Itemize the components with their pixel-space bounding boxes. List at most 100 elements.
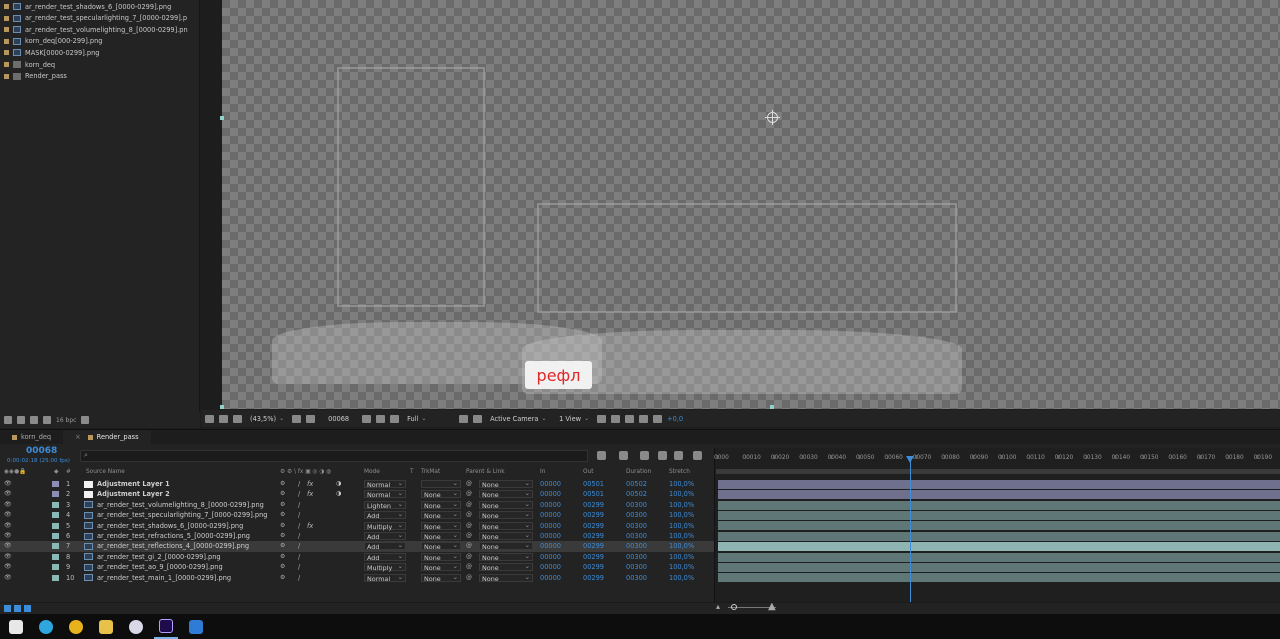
taskbar-button[interactable]: [94, 614, 118, 639]
visibility-eye-icon[interactable]: 👁: [4, 531, 12, 541]
parent-dropdown[interactable]: None: [479, 500, 533, 510]
reset-exposure-icon[interactable]: [653, 414, 663, 423]
layer-row[interactable]: 👁 6 ar_render_test_refractions_5_[0000-029…: [0, 531, 714, 541]
layer-duration[interactable]: 00300: [626, 552, 647, 562]
transparency-grid-icon[interactable]: [473, 414, 483, 423]
fx-switch-icon[interactable]: fx: [307, 521, 313, 531]
blend-mode-dropdown[interactable]: Add: [364, 531, 406, 541]
project-item[interactable]: ar_render_test_volumelighting_8_[0000-02…: [4, 24, 188, 35]
adjustment-switch-icon[interactable]: ◑: [336, 489, 341, 499]
layer-in-point[interactable]: 00000: [540, 500, 561, 510]
taskbar-button[interactable]: [34, 614, 58, 639]
parent-dropdown[interactable]: None: [479, 510, 533, 520]
layer-duration[interactable]: 00300: [626, 510, 647, 520]
taskbar-button[interactable]: [64, 614, 88, 639]
layer-in-point[interactable]: 00000: [540, 531, 561, 541]
timeline-icon[interactable]: [625, 414, 635, 423]
quality-switch-icon[interactable]: /: [298, 541, 300, 551]
trkmat-dropdown[interactable]: None: [421, 521, 461, 531]
channel-icon[interactable]: [390, 414, 400, 423]
project-item[interactable]: MASK[0000-0299].png: [4, 47, 188, 58]
layer-name[interactable]: ar_render_test_reflections_4_[0000-0299]…: [97, 541, 277, 551]
layer-label-color[interactable]: [52, 501, 59, 508]
layer-in-point[interactable]: 00000: [540, 552, 561, 562]
mask-icon[interactable]: [233, 414, 242, 423]
layer-stretch[interactable]: 100,0%: [669, 489, 694, 499]
trkmat-dropdown[interactable]: None: [421, 500, 461, 510]
layer-name[interactable]: Adjustment Layer 1: [97, 479, 277, 489]
layer-stretch[interactable]: 100,0%: [669, 500, 694, 510]
layer-name[interactable]: ar_render_test_main_1_[0000-0299].png: [97, 573, 277, 583]
pick-whip-icon[interactable]: @: [466, 552, 472, 562]
pick-whip-icon[interactable]: @: [466, 479, 472, 489]
layer-row[interactable]: 👁 2 Adjustment Layer 2⚙ / fx ◑ Normal None @ None…: [0, 489, 714, 499]
trkmat-dropdown[interactable]: None: [421, 552, 461, 562]
pick-whip-icon[interactable]: @: [466, 521, 472, 531]
layer-search-input[interactable]: ⌕: [80, 450, 588, 462]
anchor-point-icon[interactable]: [765, 110, 780, 125]
layer-out-point[interactable]: 00299: [583, 552, 604, 562]
layer-name[interactable]: ar_render_test_shadows_6_[0000-0299].png: [97, 521, 277, 531]
layer-in-point[interactable]: 00000: [540, 573, 561, 583]
layer-name[interactable]: ar_render_test_specularlighting_7_[0000-…: [97, 510, 277, 520]
layer-duration-bar[interactable]: [718, 500, 1280, 510]
trash-icon[interactable]: [81, 416, 90, 424]
shy-switch-icon[interactable]: ⚙: [280, 531, 285, 541]
bit-depth-toggle[interactable]: 16 bpc: [56, 417, 76, 424]
visibility-eye-icon[interactable]: 👁: [4, 552, 12, 562]
layer-label-color[interactable]: [52, 533, 59, 539]
shy-switch-icon[interactable]: ⚙: [280, 552, 285, 562]
visibility-eye-icon[interactable]: 👁: [4, 510, 12, 520]
layer-row[interactable]: 👁 4 ar_render_test_specularlighting_7_[000…: [0, 510, 714, 520]
blend-mode-dropdown[interactable]: Normal: [364, 479, 406, 489]
layer-stretch[interactable]: 100,0%: [669, 479, 694, 489]
quality-switch-icon[interactable]: /: [298, 510, 300, 520]
pick-whip-icon[interactable]: @: [466, 500, 472, 510]
transform-handle[interactable]: [220, 116, 224, 120]
monitor-icon[interactable]: [219, 414, 228, 423]
visibility-eye-icon[interactable]: 👁: [4, 500, 12, 510]
layer-out-point[interactable]: 00299: [583, 562, 604, 572]
layer-duration-bar[interactable]: [718, 552, 1280, 562]
quality-switch-icon[interactable]: /: [298, 531, 300, 541]
zoom-slider-thumb[interactable]: [731, 604, 737, 610]
blend-mode-dropdown[interactable]: Add: [364, 541, 406, 551]
visibility-eye-icon[interactable]: 👁: [4, 521, 12, 531]
snapshot-icon[interactable]: [362, 414, 372, 423]
project-settings-icon[interactable]: [30, 416, 38, 424]
pick-whip-icon[interactable]: @: [466, 489, 472, 499]
shy-switch-icon[interactable]: ⚙: [280, 489, 285, 499]
interpret-footage-icon[interactable]: [43, 416, 51, 424]
parent-dropdown[interactable]: None: [479, 573, 533, 583]
project-item[interactable]: ar_render_test_shadows_6_[0000-0299].png: [4, 1, 188, 12]
layer-duration[interactable]: 00502: [626, 489, 647, 499]
project-item[interactable]: korn_deq: [4, 59, 188, 70]
layer-name[interactable]: ar_render_test_volumelighting_8_[0000-02…: [97, 500, 277, 510]
quality-switch-icon[interactable]: /: [298, 489, 300, 499]
layer-row[interactable]: 👁 5 ar_render_test_shadows_6_[0000-0299].p…: [0, 521, 714, 531]
layer-switches-toggle-icon[interactable]: [4, 605, 11, 612]
blend-mode-dropdown[interactable]: Multiply: [364, 562, 406, 572]
layer-label-color[interactable]: [52, 481, 59, 487]
parent-dropdown[interactable]: None: [479, 562, 533, 572]
layer-duration[interactable]: 00300: [626, 573, 647, 583]
in-out-toggle-icon[interactable]: [24, 605, 31, 612]
layer-out-point[interactable]: 00501: [583, 489, 604, 499]
duration-header[interactable]: Duration: [626, 469, 651, 475]
project-item[interactable]: ar_render_test_specularlighting_7_[0000-…: [4, 13, 188, 24]
taskbar-button[interactable]: [124, 614, 148, 639]
mask-visibility-icon[interactable]: [306, 414, 316, 423]
quality-switch-icon[interactable]: /: [298, 552, 300, 562]
draft-3d-icon[interactable]: [619, 451, 628, 460]
current-timecode[interactable]: 00068: [26, 446, 57, 456]
zoom-out-icon[interactable]: ▴: [716, 602, 720, 611]
parent-header[interactable]: Parent & Link: [466, 469, 505, 475]
transform-handle[interactable]: [770, 405, 774, 409]
layer-duration-bar[interactable]: [718, 573, 1280, 583]
layer-out-point[interactable]: 00299: [583, 521, 604, 531]
quality-switch-icon[interactable]: /: [298, 479, 300, 489]
source-name-header[interactable]: Source Name: [86, 469, 125, 475]
layer-name[interactable]: ar_render_test_ao_9_[0000-0299].png: [97, 562, 277, 572]
shy-switch-icon[interactable]: ⚙: [280, 479, 285, 489]
layer-in-point[interactable]: 00000: [540, 541, 561, 551]
